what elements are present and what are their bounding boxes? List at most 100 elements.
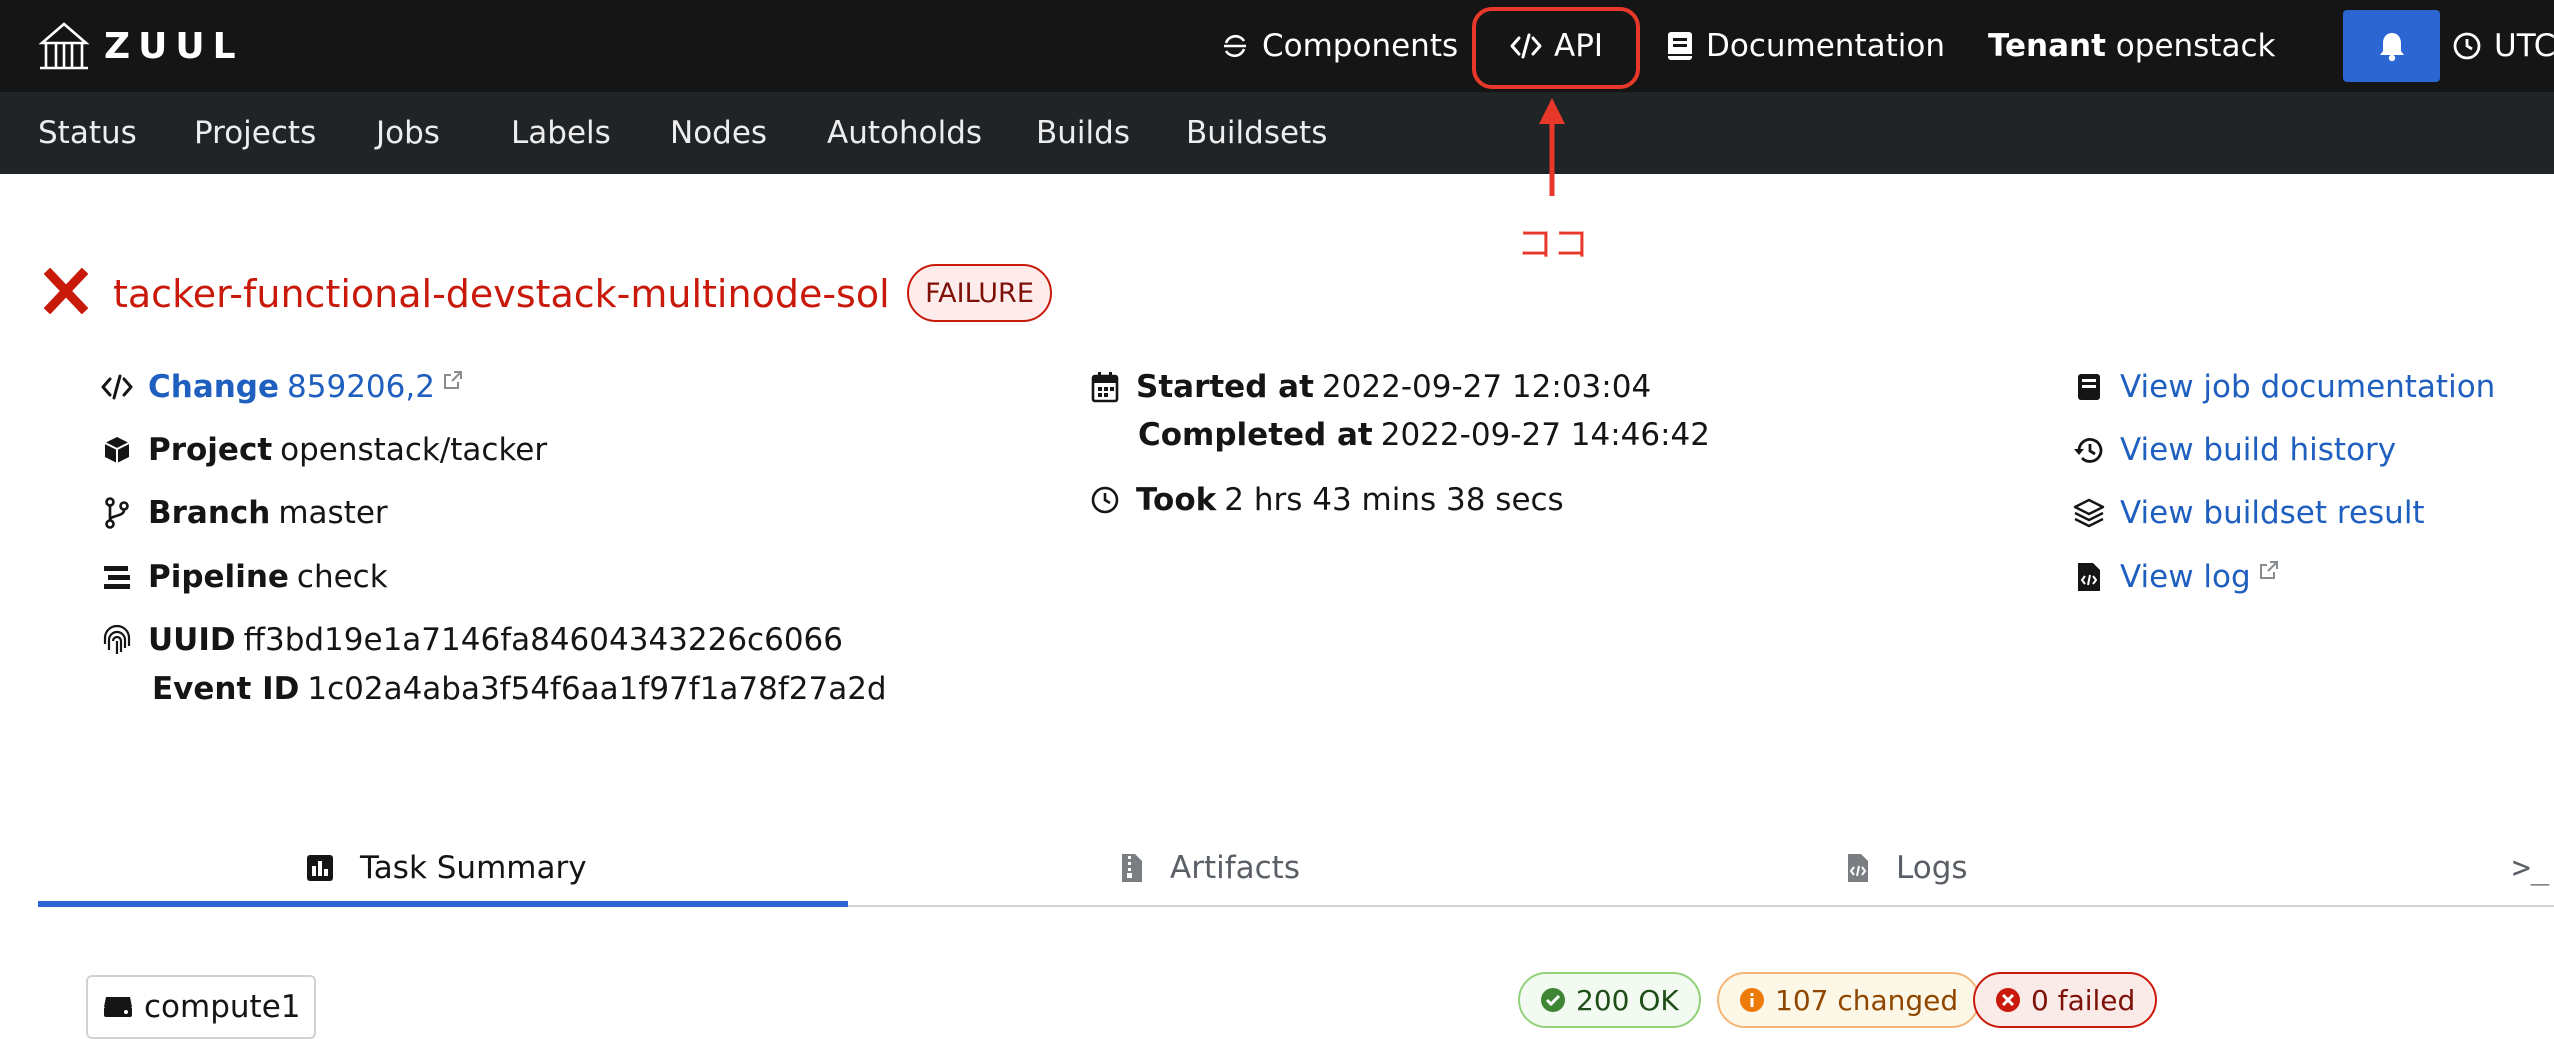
started-label: Started at (1136, 369, 1314, 405)
ok-count-badge: 200 OK (1518, 972, 1701, 1028)
event-id-row: Event ID 1c02a4aba3f54f6aa1f97f1a78f27a2d (152, 667, 887, 711)
tab-artifacts-label: Artifacts (1170, 850, 1300, 886)
file-code-icon (2078, 563, 2100, 591)
change-value: 859206,2 (287, 369, 435, 405)
host-name: compute1 (144, 989, 301, 1025)
file-code-icon (1848, 854, 1868, 882)
code-icon (1510, 33, 1542, 59)
nav-item-labels[interactable]: Labels (511, 92, 611, 174)
pipeline-row: Pipeline check (100, 555, 388, 599)
tenant-prefix: Tenant (1988, 28, 2106, 64)
active-tab-indicator (38, 901, 848, 907)
sync-icon (1224, 34, 1246, 58)
components-link[interactable]: Components (1220, 0, 1458, 92)
history-icon (2074, 438, 2103, 463)
buildset-result-label: View buildset result (2120, 495, 2425, 531)
failure-x-icon (44, 268, 88, 314)
branch-value: master (278, 495, 388, 531)
nav-item-jobs[interactable]: Jobs (376, 92, 440, 174)
api-link[interactable]: API (1510, 0, 1603, 92)
branch-label: Branch (148, 495, 271, 531)
tab-console[interactable]: >_ (2512, 838, 2549, 898)
started-row: Started at 2022-09-27 12:03:04 (1088, 365, 1651, 409)
external-link-icon (2259, 561, 2278, 579)
build-history-label: View build history (2120, 432, 2397, 468)
tenant-name: openstack (2115, 28, 2276, 64)
branch-icon (105, 497, 129, 529)
project-label: Project (148, 432, 273, 468)
view-log-label: View log (2120, 559, 2251, 595)
clock-icon (2453, 32, 2481, 60)
uuid-row: UUID ff3bd19e1a7146fa84604343226c6066 (100, 618, 843, 662)
book-icon (1668, 32, 1692, 60)
timezone-selector[interactable]: UTC (2452, 0, 2554, 92)
api-label: API (1554, 28, 1604, 64)
chart-bar-icon (307, 855, 333, 881)
layers-icon (2073, 498, 2105, 528)
server-icon (104, 997, 132, 1017)
tab-artifacts[interactable]: Artifacts (1120, 838, 1300, 898)
result-badge: FAILURE (907, 264, 1052, 322)
notifications-button[interactable] (2343, 10, 2440, 82)
cube-icon (104, 437, 130, 463)
tab-task-summary-label: Task Summary (360, 850, 587, 886)
event-id-value: 1c02a4aba3f54f6aa1f97f1a78f27a2d (307, 671, 887, 707)
completed-row: Completed at 2022-09-27 14:46:42 (1138, 413, 1710, 457)
tenant-selector[interactable]: Tenant openstack (1988, 0, 2275, 92)
check-circle-icon (1541, 988, 1565, 1012)
started-value: 2022-09-27 12:03:04 (1321, 369, 1652, 405)
pipeline-label: Pipeline (148, 559, 289, 595)
external-link-icon (443, 371, 462, 389)
job-documentation-label: View job documentation (2120, 369, 2496, 405)
view-log-link[interactable]: View log (2072, 555, 2279, 599)
change-link[interactable]: Change 859206,2 (148, 369, 435, 405)
info-circle-icon (1740, 988, 1764, 1012)
branch-row: Branch master (100, 491, 388, 535)
project-row: Project openstack/tacker (100, 428, 547, 472)
nav-item-nodes[interactable]: Nodes (670, 92, 767, 174)
buildset-result-link[interactable]: View buildset result (2072, 491, 2425, 535)
completed-value: 2022-09-27 14:46:42 (1380, 417, 1711, 453)
documentation-link[interactable]: Documentation (1666, 0, 1945, 92)
book-icon (2078, 374, 2100, 400)
change-label: Change (148, 369, 280, 405)
change-row: Change 859206,2 (100, 365, 463, 409)
components-label: Components (1262, 28, 1459, 64)
logo-text: ZUUL (104, 25, 244, 67)
tab-logs-label: Logs (1896, 850, 1968, 886)
documentation-label: Documentation (1706, 28, 1945, 64)
pipeline-icon (104, 566, 130, 589)
bell-icon (2379, 33, 2404, 62)
nav-item-builds[interactable]: Builds (1036, 92, 1130, 174)
tab-task-summary[interactable]: Task Summary (306, 838, 587, 898)
uuid-value: ff3bd19e1a7146fa84604343226c6066 (243, 622, 843, 658)
took-value: 2 hrs 43 mins 38 secs (1224, 482, 1564, 518)
fingerprint-icon (103, 624, 131, 654)
nav-item-autoholds[interactable]: Autoholds (827, 92, 982, 174)
clock-icon (1091, 486, 1119, 514)
build-history-link[interactable]: View build history (2072, 428, 2396, 472)
host-chip[interactable]: compute1 (86, 975, 317, 1039)
changed-count-badge: 107 changed (1717, 972, 1981, 1028)
calendar-icon (1091, 372, 1119, 403)
zuul-logo-icon (38, 22, 90, 70)
completed-label: Completed at (1138, 417, 1373, 453)
annotation-arrow (1539, 98, 1565, 196)
nav-item-buildsets[interactable]: Buildsets (1186, 92, 1327, 174)
failed-count-badge: 0 failed (1973, 972, 2158, 1028)
job-documentation-link[interactable]: View job documentation (2072, 365, 2495, 409)
tab-logs[interactable]: Logs (1846, 838, 1968, 898)
took-label: Took (1136, 482, 1217, 518)
annotation-label: ココ (1517, 224, 1590, 265)
job-name[interactable]: tacker-functional-devstack-multinode-sol (113, 268, 890, 320)
nav-item-status[interactable]: Status (38, 92, 137, 174)
terminal-icon: >_ (2512, 850, 2550, 886)
project-value: openstack/tacker (280, 432, 548, 468)
times-circle-icon (1996, 988, 2020, 1012)
file-archive-icon (1122, 854, 1142, 882)
zuul-logo[interactable]: ZUUL (38, 20, 244, 72)
code-icon (101, 374, 133, 400)
nav-item-projects[interactable]: Projects (194, 92, 316, 174)
event-id-label: Event ID (152, 671, 300, 707)
uuid-label: UUID (148, 622, 236, 658)
